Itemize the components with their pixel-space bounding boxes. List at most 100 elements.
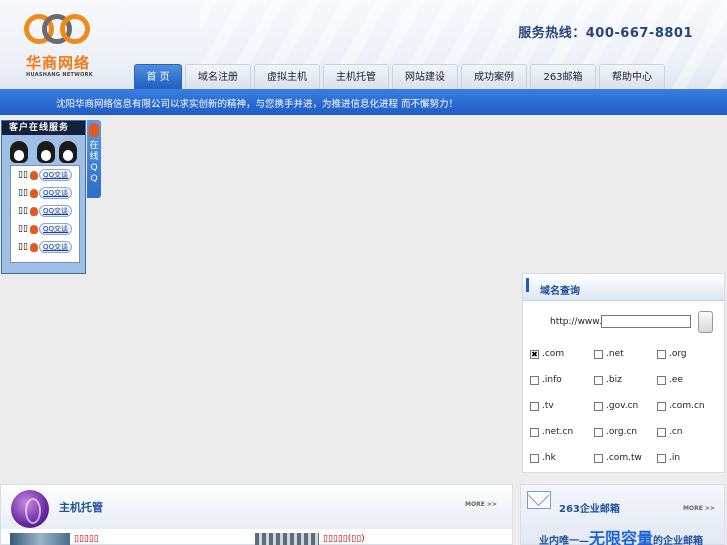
- url-prefix-label: http://www.: [550, 317, 602, 327]
- ext-label: .org.cn: [606, 427, 638, 437]
- ext-label: .gov.cn: [606, 401, 639, 411]
- ext-option[interactable]: .org.cn: [594, 427, 637, 437]
- banner-text: 沈阳华商网络信息有限公司以求实创新的精神，与您携手并进，为推进信息化进程 而不懈…: [56, 99, 459, 110]
- ext-option[interactable]: .ee: [657, 375, 683, 385]
- ext-checkbox[interactable]: [594, 453, 603, 463]
- ext-label: .ee: [669, 375, 683, 385]
- nav-website-building[interactable]: 网站建设: [392, 64, 458, 89]
- ext-option[interactable]: .tv: [530, 401, 554, 411]
- qq-icon: [30, 170, 38, 180]
- ext-label: .info: [542, 375, 562, 385]
- logo-text-cn: 华商网络: [26, 54, 91, 72]
- ext-checkbox[interactable]: [530, 401, 539, 411]
- service-contact: ▯▯ QQ交谈: [11, 202, 79, 220]
- ext-option[interactable]: .net.cn: [530, 427, 573, 437]
- logo-rings-icon: [24, 10, 90, 52]
- hosting-link[interactable]: ▯▯▯▯▯(▯▯): [323, 534, 365, 544]
- qq-chat-button[interactable]: QQ交谈: [39, 223, 73, 235]
- ext-option[interactable]: .org: [657, 349, 687, 359]
- ext-checkbox[interactable]: [594, 349, 603, 359]
- domain-search-button[interactable]: [698, 311, 713, 333]
- ext-label: .in: [669, 453, 681, 463]
- envelope-icon: [527, 491, 551, 509]
- more-link[interactable]: MORE >>: [683, 505, 715, 512]
- main-nav: 首 页 域名注册 虚拟主机 主机托管 网站建设 成功案例 263邮箱 帮助中心: [134, 64, 668, 89]
- mail-slogan: 业内唯一—无限容量的企业邮箱: [539, 525, 703, 545]
- ext-checkbox[interactable]: [530, 427, 539, 437]
- ext-label: .com.tw: [606, 453, 642, 463]
- enterprise-mail-title: 263企业邮箱: [559, 504, 620, 515]
- online-service-title: 客户在线服务: [2, 121, 85, 135]
- qq-chat-button[interactable]: QQ交谈: [39, 241, 73, 253]
- nav-domain-register[interactable]: 域名注册: [185, 64, 251, 89]
- ext-checkbox[interactable]: [530, 453, 539, 463]
- qq-penguin-icon: [89, 123, 99, 137]
- ext-label: .org: [669, 349, 687, 359]
- ext-label: .hk: [542, 453, 556, 463]
- logo-text-en: HUASHANG NETWORK: [26, 72, 93, 78]
- ext-checkbox[interactable]: [657, 427, 666, 437]
- slogan-banner: 沈阳华商网络信息有限公司以求实创新的精神，与您携手并进，为推进信息化进程 而不懈…: [0, 89, 727, 115]
- more-link[interactable]: MORE >>: [465, 501, 497, 508]
- ext-checkbox[interactable]: [594, 401, 603, 411]
- nav-help-center[interactable]: 帮助中心: [599, 64, 665, 89]
- ext-option[interactable]: .com.cn: [657, 401, 705, 411]
- qq-icon: [30, 206, 38, 216]
- qq-icon: [30, 188, 38, 198]
- ext-option[interactable]: .info: [530, 375, 562, 385]
- ext-option[interactable]: .net: [594, 349, 624, 359]
- contact-name: ▯▯: [18, 170, 28, 180]
- ext-checkbox[interactable]: [594, 375, 603, 385]
- enterprise-mail-panel: 263企业邮箱 MORE >> 业内唯一—无限容量的企业邮箱: [520, 484, 725, 545]
- ext-option[interactable]: .gov.cn: [594, 401, 638, 411]
- nav-success-cases[interactable]: 成功案例: [461, 64, 527, 89]
- service-contact-list: ▯▯ QQ交谈 ▯▯ QQ交谈 ▯▯ QQ交谈 ▯▯ QQ交谈 ▯▯ QQ交谈: [10, 165, 80, 263]
- ext-option[interactable]: .biz: [594, 375, 622, 385]
- ext-checkbox[interactable]: [594, 427, 603, 437]
- ext-option[interactable]: .hk: [530, 453, 556, 463]
- ext-checkbox[interactable]: [657, 349, 666, 359]
- qq-chat-button[interactable]: QQ交谈: [39, 169, 73, 181]
- ext-label: .cn: [669, 427, 683, 437]
- ext-checkbox[interactable]: [657, 453, 666, 463]
- ext-option[interactable]: .in: [657, 453, 680, 463]
- site-logo[interactable]: 华商网络 HUASHANG NETWORK: [22, 10, 94, 82]
- globe-icon: [11, 490, 49, 528]
- header-accent-bar: [526, 278, 529, 292]
- hosting-thumbnail[interactable]: [255, 533, 319, 545]
- contact-name: ▯▯: [18, 206, 28, 216]
- nav-home[interactable]: 首 页: [134, 64, 182, 89]
- nav-virtual-host[interactable]: 虚拟主机: [254, 64, 320, 89]
- ext-option[interactable]: ✖ .com: [530, 349, 564, 359]
- service-contact: ▯▯ QQ交谈: [11, 238, 79, 256]
- ext-label: .biz: [606, 375, 622, 385]
- hosting-link[interactable]: ▯▯▯▯▯: [74, 534, 99, 544]
- ext-checkbox[interactable]: [530, 375, 539, 385]
- ext-label: .net: [606, 349, 624, 359]
- nav-server-hosting[interactable]: 主机托管: [323, 64, 389, 89]
- slogan-suffix: 的企业邮箱: [653, 536, 704, 545]
- contact-name: ▯▯: [18, 242, 28, 252]
- slogan-prefix: 业内唯一: [539, 536, 579, 545]
- ext-option[interactable]: .com.tw: [594, 453, 642, 463]
- domain-search-title: 域名查询: [540, 286, 580, 297]
- ext-label: .net.cn: [542, 427, 574, 437]
- server-hosting-panel: 主机托管 MORE >> ▯▯▯▯▯ ▯▯▯▯▯(▯▯): [0, 484, 513, 545]
- service-contact: ▯▯ QQ交谈: [11, 220, 79, 238]
- online-service-panel: 客户在线服务 ▯▯ QQ交谈 ▯▯ QQ交谈 ▯▯ QQ交谈 ▯▯ QQ交谈 ▯…: [1, 120, 86, 274]
- ext-option[interactable]: .cn: [657, 427, 683, 437]
- qq-penguins-icon: [2, 141, 85, 165]
- contact-name: ▯▯: [18, 188, 28, 198]
- domain-search-panel: 域名查询 http://www. ✖ .com .net .org .info .…: [522, 273, 725, 473]
- nav-263-mail[interactable]: 263邮箱: [530, 64, 596, 89]
- hosting-thumbnail[interactable]: [10, 533, 70, 545]
- ext-checkbox[interactable]: [657, 401, 666, 411]
- qq-chat-button[interactable]: QQ交谈: [39, 187, 73, 199]
- domain-input[interactable]: [601, 315, 691, 328]
- ext-checkbox[interactable]: [657, 375, 666, 385]
- online-qq-tab[interactable]: 在线QQ: [87, 120, 101, 198]
- qq-icon: [30, 224, 38, 234]
- ext-checkbox[interactable]: ✖: [530, 349, 539, 359]
- qq-chat-button[interactable]: QQ交谈: [39, 205, 73, 217]
- ext-label: .tv: [542, 401, 554, 411]
